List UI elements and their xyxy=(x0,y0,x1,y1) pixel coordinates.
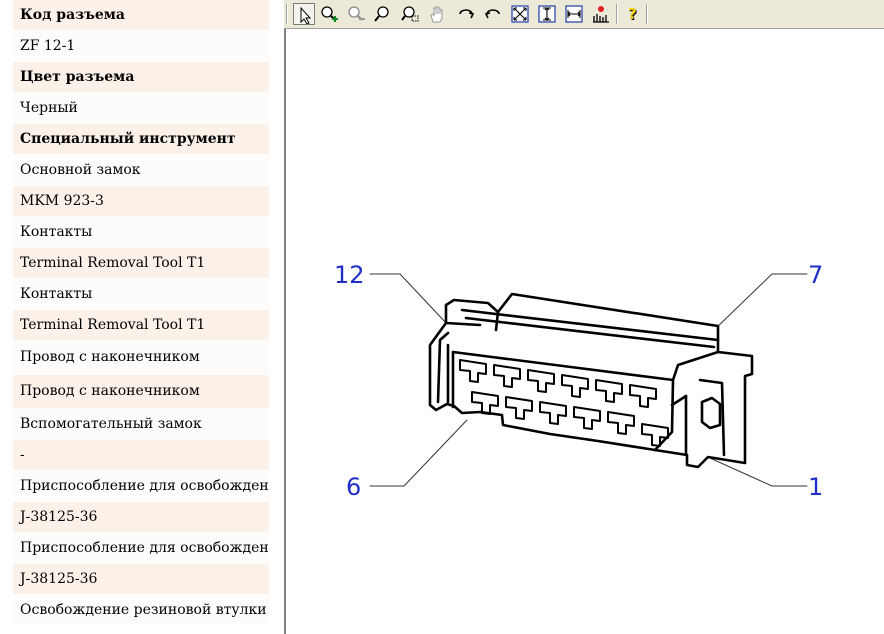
toolbar-button-rotate-ccw[interactable] xyxy=(482,3,504,25)
info-row: Контакты xyxy=(13,217,269,247)
info-row: Terminal Removal Tool T1 xyxy=(13,310,269,340)
toolbar-button-zoom-window[interactable] xyxy=(399,3,421,25)
info-row: Провод с наконечником xyxy=(13,375,269,408)
toolbar-button-fit-width[interactable] xyxy=(563,3,585,25)
info-row-header: Цвет разъема xyxy=(13,62,269,92)
info-row: MKM 923-3 xyxy=(13,186,269,216)
toolbar-button-zoom-in[interactable] xyxy=(318,3,340,25)
info-row: Приспособление для освобождения xyxy=(13,471,269,501)
toolbar-button-highlight[interactable] xyxy=(590,3,612,25)
pin-label-1: 1 xyxy=(808,473,824,501)
info-row: Освобождение резиновой втулки xyxy=(13,595,269,625)
pin-label-6: 6 xyxy=(346,473,362,501)
drawing-viewer: ?? 12 7 6 1 xyxy=(284,0,884,634)
toolbar-button-fit-all[interactable] xyxy=(509,3,531,25)
info-row: J-38125-36 xyxy=(13,564,269,594)
toolbar-button-pan-hand[interactable] xyxy=(426,3,448,25)
toolbar-button-zoom[interactable] xyxy=(372,3,394,25)
info-row: J-38125-36 xyxy=(13,502,269,532)
info-row: Terminal Removal Tool T1 xyxy=(13,248,269,278)
toolbar-separator xyxy=(616,4,618,24)
toolbar-button-zoom-out[interactable] xyxy=(345,3,367,25)
info-row: Основной замок xyxy=(13,155,269,185)
info-row: - xyxy=(13,440,269,470)
connector-drawing xyxy=(369,273,808,487)
drawing-canvas[interactable]: 12 7 6 1 xyxy=(284,29,884,634)
toolbar-button-select-arrow[interactable] xyxy=(293,3,315,25)
info-row-header: Специальный инструмент xyxy=(13,124,269,154)
info-row: Контакты xyxy=(13,279,269,309)
pin-label-12: 12 xyxy=(334,261,365,289)
info-row: ZF 12-1 xyxy=(13,31,269,61)
toolbar-separator xyxy=(286,4,288,24)
info-row: Вспомогательный замок xyxy=(13,409,269,439)
pin-label-7: 7 xyxy=(808,261,824,289)
viewer-toolbar: ?? xyxy=(284,0,884,29)
info-row: Приспособление для освобождения xyxy=(13,533,269,563)
connector-info-panel: Код разъема ZF 12-1 Цвет разъема Черный Спец… xyxy=(0,0,284,634)
svg-text:?: ? xyxy=(628,5,637,23)
info-row: Черный xyxy=(13,93,269,123)
info-row-header: Код разъема xyxy=(13,0,269,30)
toolbar-button-rotate-cw[interactable] xyxy=(455,3,477,25)
info-row: Провод с наконечником xyxy=(13,341,269,374)
toolbar-button-fit-height[interactable] xyxy=(536,3,558,25)
toolbar-button-help[interactable]: ?? xyxy=(622,3,644,25)
toolbar-separator xyxy=(646,4,648,24)
